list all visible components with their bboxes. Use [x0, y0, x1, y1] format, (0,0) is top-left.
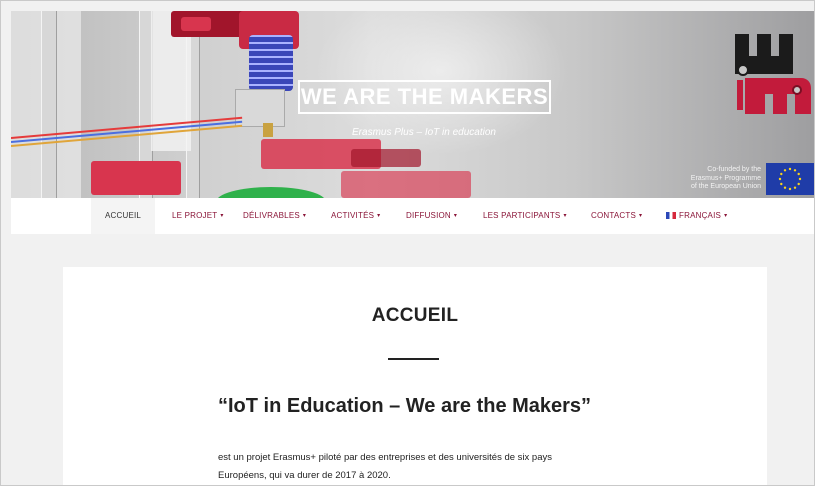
- paragraph-line: est un projet Erasmus+ piloté par des en…: [218, 452, 552, 463]
- cofunded-line: Co-funded by the: [707, 166, 761, 173]
- chevron-down-icon: ▾: [220, 213, 224, 219]
- nav-label: CONTACTS: [591, 211, 637, 220]
- site-title[interactable]: WE ARE THE MAKERS: [298, 80, 551, 114]
- printer-rod: [41, 11, 57, 198]
- nav-item-les-participants[interactable]: LES PARTICIPANTS ▾: [483, 198, 567, 234]
- nav-item-le-projet[interactable]: LE PROJET ▾: [172, 198, 224, 234]
- printer-part: [91, 161, 181, 195]
- title-divider: [388, 358, 439, 360]
- intro-paragraph: est un projet Erasmus+ piloté par des en…: [218, 449, 638, 485]
- chevron-down-icon: ▾: [302, 213, 307, 219]
- nav-item-accueil[interactable]: ACCUEIL: [91, 198, 156, 234]
- cofunded-line: Erasmus+ Programme: [690, 174, 761, 182]
- printer-part: [181, 17, 211, 31]
- printer-bed-part: [351, 149, 421, 167]
- nav-label: ACCUEIL: [105, 211, 142, 220]
- nav-item-diffusion[interactable]: DIFFUSION ▾: [406, 198, 457, 234]
- article-heading: “IoT in Education – We are the Makers”: [218, 395, 592, 417]
- nav-item-contacts[interactable]: CONTACTS ▾: [591, 198, 642, 234]
- printer-heatsink: [249, 35, 293, 91]
- nav-label: LES PARTICIPANTS: [483, 211, 561, 220]
- page-title: ACCUEIL: [371, 305, 459, 326]
- main-content: ACCUEIL “IoT in Education – We are the M…: [63, 267, 767, 485]
- browser-viewport: WE ARE THE MAKERS Erasmus Plus – IoT in …: [0, 0, 815, 486]
- chevron-down-icon: ▾: [724, 213, 728, 219]
- nav-label: FRANÇAIS: [679, 211, 722, 220]
- chevron-down-icon: ▾: [563, 213, 567, 219]
- printer-hotend: [235, 89, 285, 127]
- site-subtitle: Erasmus Plus – IoT in education: [352, 127, 496, 138]
- nav-label: LE PROJET: [172, 211, 218, 220]
- chevron-down-icon: ▾: [377, 213, 381, 219]
- nav-label: ACTIVITÉS: [331, 211, 375, 220]
- flag-fr-icon: [666, 212, 676, 219]
- nav-item-activites[interactable]: ACTIVITÉS ▾: [331, 198, 380, 234]
- cofunded-text: Co-funded by the Erasmus+ Programme of t…: [666, 166, 761, 192]
- nav-label: DIFFUSION: [406, 211, 451, 220]
- paragraph-line: Européens, qui va durer de 2017 à 2020.: [218, 470, 391, 481]
- chevron-down-icon: ▾: [453, 213, 458, 219]
- eu-flag-icon: [766, 163, 814, 195]
- main-navigation: ACCUEIL LE PROJET ▾ DÉLIVRABLES ▾ ACTIVITÉ…: [11, 198, 814, 234]
- chevron-down-icon: ▾: [639, 213, 643, 219]
- nav-item-language[interactable]: FRANÇAIS ▾: [666, 198, 727, 234]
- filament-spool: [216, 187, 326, 198]
- cofunded-line: of the European Union: [690, 183, 761, 190]
- we-are-the-makers-logo-icon[interactable]: [731, 28, 813, 116]
- nav-label: DÉLIVRABLES: [243, 211, 300, 220]
- nav-item-delivrables[interactable]: DÉLIVRABLES ▾: [243, 198, 306, 234]
- printer-bed-part: [341, 171, 471, 198]
- header-banner: WE ARE THE MAKERS Erasmus Plus – IoT in …: [11, 11, 814, 198]
